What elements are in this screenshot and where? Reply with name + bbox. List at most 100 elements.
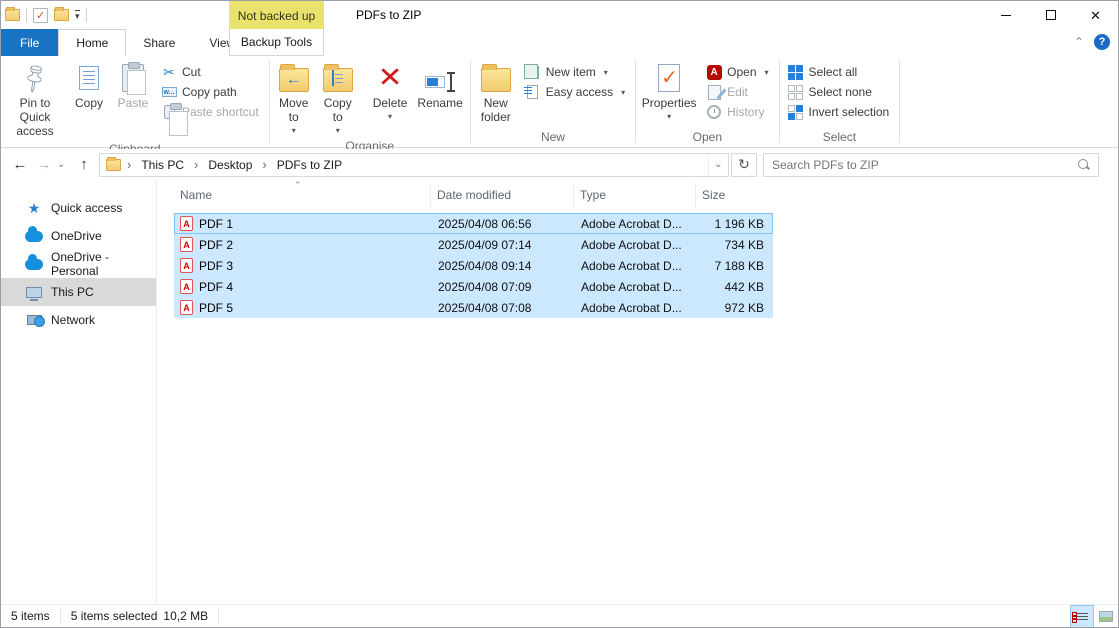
new-folder-shortcut-icon[interactable] [54, 9, 69, 21]
collapse-ribbon-icon[interactable]: ⌃ [1074, 35, 1084, 49]
breadcrumb-chevron[interactable]: › [260, 157, 268, 172]
back-button[interactable]: ← [9, 154, 31, 176]
large-icons-view-icon [1099, 611, 1113, 622]
breadcrumb-chevron[interactable]: › [192, 157, 200, 172]
forward-button[interactable]: → [33, 154, 55, 176]
column-header-date-modified[interactable]: Date modified [431, 183, 574, 207]
maximize-button[interactable] [1028, 1, 1073, 29]
network-icon [25, 315, 43, 325]
column-header-name[interactable]: Name ⌃ [174, 183, 431, 207]
search-input[interactable] [772, 158, 1078, 172]
ribbon: 📌︎ Pin to Quick access Copy Paste ✂ Cut [1, 56, 1118, 148]
onedrive-status-badge[interactable]: Not backed up [229, 1, 324, 30]
file-date-modified: 2025/04/08 09:14 [432, 259, 575, 273]
sidebar-item-this-pc[interactable]: This PC [1, 278, 156, 306]
organise-group: ← Move to Copy to ✕ Delete Rename [270, 56, 470, 147]
select-none-button[interactable]: Select none [788, 84, 890, 100]
breadcrumb-chevron[interactable]: › [125, 157, 133, 172]
tab-share[interactable]: Share [126, 29, 192, 56]
search-box[interactable] [763, 153, 1099, 177]
selected-count: 5 items selected [71, 609, 158, 623]
breadcrumb-this-pc[interactable]: This PC [137, 158, 188, 172]
close-button[interactable]: ✕ [1073, 1, 1118, 29]
sidebar-item-quick-access[interactable]: ★ Quick access [1, 194, 156, 222]
properties-icon [653, 62, 685, 94]
onedrive-cloud-icon [25, 259, 43, 270]
paste-shortcut-icon [161, 104, 177, 120]
edit-button[interactable]: Edit [706, 84, 768, 100]
new-folder-button[interactable]: New folder [473, 58, 519, 127]
file-date-modified: 2025/04/08 07:09 [432, 280, 575, 294]
move-to-button[interactable]: ← Move to [272, 58, 316, 137]
new-group-label: New [473, 128, 633, 147]
file-size: 734 KB [697, 238, 772, 252]
help-icon[interactable]: ? [1094, 34, 1110, 50]
easy-access-button[interactable]: Easy access [525, 84, 625, 100]
table-row[interactable]: A PDF 5 2025/04/08 07:08 Adobe Acrobat D… [174, 297, 773, 318]
history-button[interactable]: History [706, 104, 768, 120]
new-item-icon [525, 64, 541, 80]
table-row[interactable]: A PDF 3 2025/04/08 09:14 Adobe Acrobat D… [174, 255, 773, 276]
copy-button[interactable]: Copy [67, 58, 111, 113]
minimize-button[interactable] [983, 1, 1028, 29]
table-row[interactable]: A PDF 4 2025/04/08 07:09 Adobe Acrobat D… [174, 276, 773, 297]
copy-path-button[interactable]: w... Copy path [161, 84, 259, 100]
explorer-window: ▾ Not backed up PDFs to ZIP ✕ File Home … [0, 0, 1119, 628]
copy-icon [73, 62, 105, 94]
open-group: Properties A Open Edit History [636, 56, 778, 147]
file-name: PDF 4 [199, 280, 233, 294]
file-size: 442 KB [697, 280, 772, 294]
tab-home[interactable]: Home [58, 29, 126, 56]
file-date-modified: 2025/04/09 07:14 [432, 238, 575, 252]
select-all-button[interactable]: Select all [788, 64, 890, 80]
table-row[interactable]: A PDF 1 2025/04/08 06:56 Adobe Acrobat D… [174, 213, 773, 234]
navigation-bar: ← → ⌄ ↑ › This PC › Desktop › PDFs to ZI… [1, 149, 1118, 180]
select-group-label: Select [782, 128, 898, 147]
file-name: PDF 3 [199, 259, 233, 273]
rename-button[interactable]: Rename [412, 58, 467, 113]
paste-button[interactable]: Paste [111, 58, 155, 113]
breadcrumb-desktop[interactable]: Desktop [204, 158, 256, 172]
column-header-size[interactable]: Size [696, 183, 771, 207]
cut-button[interactable]: ✂ Cut [161, 64, 259, 80]
refresh-icon[interactable]: ↻ [731, 153, 757, 177]
pin-to-quick-access-button[interactable]: 📌︎ Pin to Quick access [3, 58, 67, 140]
address-bar[interactable]: › This PC › Desktop › PDFs to ZIP ⌄ [99, 153, 729, 177]
customize-toolbar-dropdown-icon[interactable]: ▾ [75, 10, 80, 21]
select-none-icon [788, 84, 804, 100]
quick-access-star-icon: ★ [25, 200, 43, 217]
properties-shortcut-icon[interactable] [33, 8, 48, 23]
onedrive-cloud-icon [25, 231, 43, 242]
group-divider [899, 60, 900, 143]
open-button[interactable]: A Open [706, 64, 768, 80]
pdf-file-icon: A [180, 216, 193, 231]
sidebar-item-onedrive[interactable]: OneDrive [1, 222, 156, 250]
invert-selection-button[interactable]: Invert selection [788, 104, 890, 120]
items-count: 5 items [1, 605, 60, 627]
cut-icon: ✂ [161, 64, 177, 80]
sidebar-item-network[interactable]: Network [1, 306, 156, 334]
select-group: Select all Select none Invert selection … [780, 56, 900, 147]
details-view-icon [1076, 613, 1088, 620]
up-button[interactable]: ↑ [73, 154, 95, 176]
copy-path-icon: w... [161, 84, 177, 100]
copy-to-button[interactable]: Copy to [316, 58, 360, 137]
navigation-pane: ★ Quick access OneDrive OneDrive - Perso… [1, 180, 157, 604]
paste-shortcut-button[interactable]: Paste shortcut [161, 104, 259, 120]
tab-backup-tools[interactable]: Backup Tools [229, 29, 324, 56]
details-view-button[interactable] [1070, 605, 1094, 628]
large-icons-view-button[interactable] [1094, 605, 1118, 628]
sort-ascending-icon: ⌃ [294, 180, 302, 191]
new-item-button[interactable]: New item [525, 64, 625, 80]
column-header-type[interactable]: Type [574, 183, 696, 207]
recent-locations-dropdown-icon[interactable]: ⌄ [57, 159, 71, 170]
delete-button[interactable]: ✕ Delete [368, 58, 413, 123]
sidebar-item-onedrive-personal[interactable]: OneDrive - Personal [1, 250, 156, 278]
history-icon [706, 104, 722, 120]
breadcrumb-current-folder[interactable]: PDFs to ZIP [273, 158, 346, 172]
tab-file[interactable]: File [1, 29, 58, 56]
address-dropdown-icon[interactable]: ⌄ [708, 154, 728, 176]
properties-button[interactable]: Properties [638, 58, 700, 123]
table-row[interactable]: A PDF 2 2025/04/09 07:14 Adobe Acrobat D… [174, 234, 773, 255]
new-group: New folder New item Easy access New [471, 56, 635, 147]
